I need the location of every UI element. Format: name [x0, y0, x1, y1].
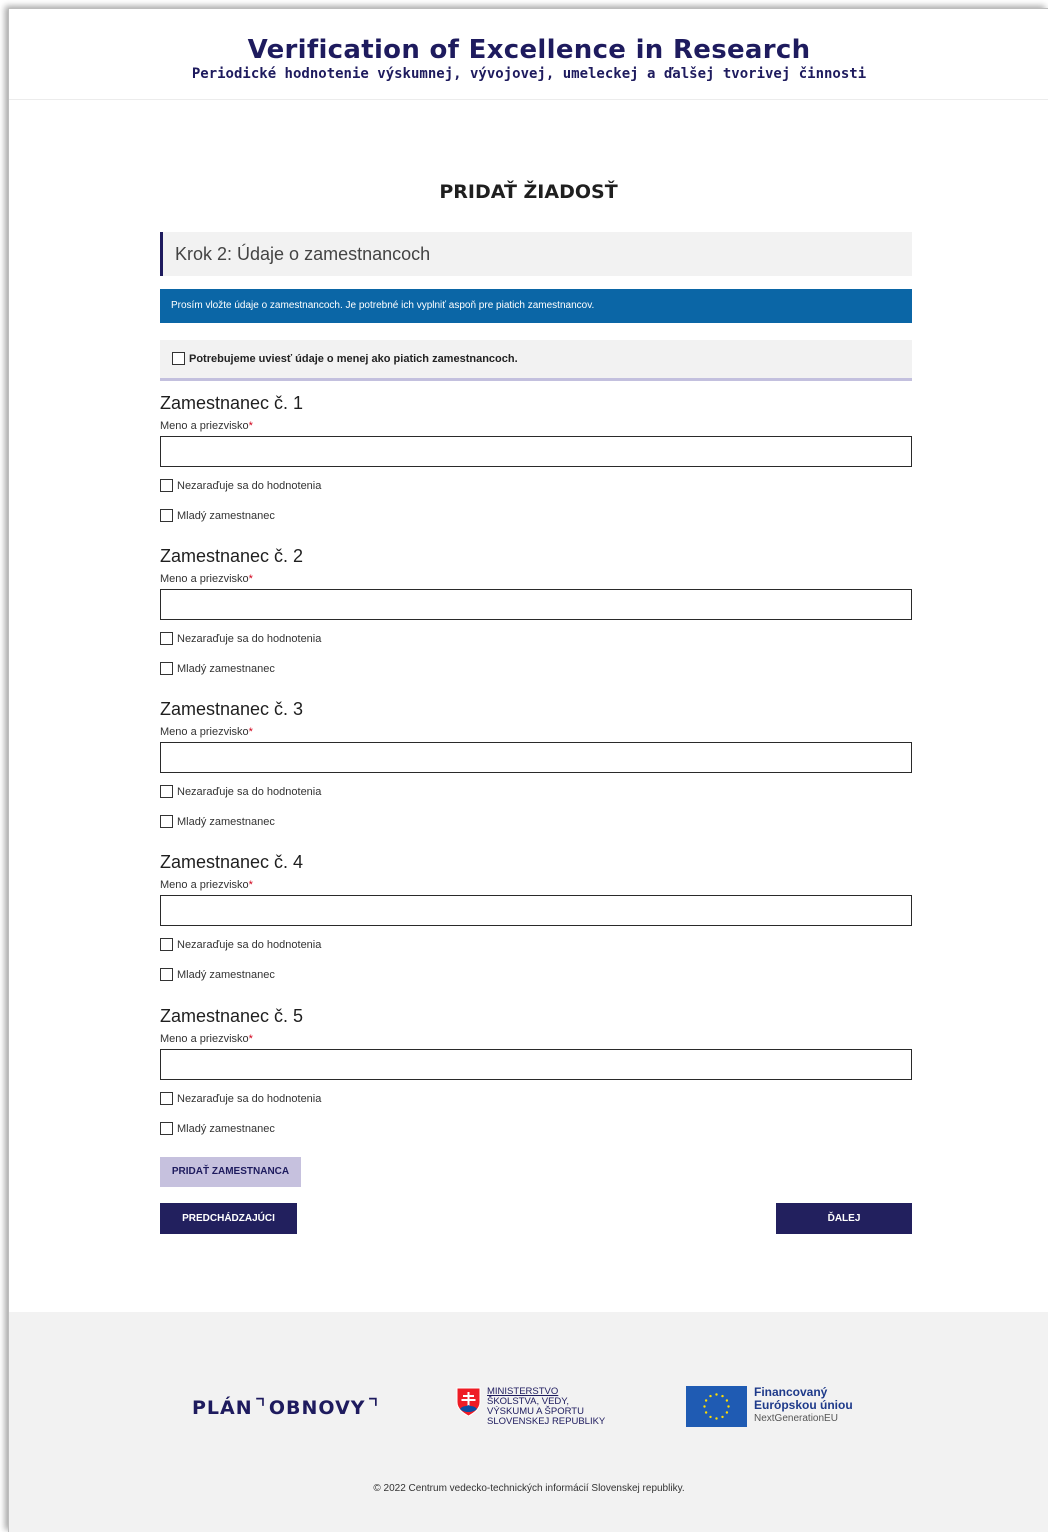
excluded-label: Nezaraďuje sa do hodnotenia — [177, 785, 322, 798]
young-label: Mladý zamestnanec — [177, 815, 275, 828]
young-checkbox-2[interactable]: Mladý zamestnanec — [160, 662, 275, 675]
excluded-label: Nezaraďuje sa do hodnotenia — [177, 1092, 322, 1105]
employee-section-5: Zamestnanec č. 5 Meno a priezvisko* Neza… — [160, 1006, 912, 1146]
excluded-checkbox-3[interactable]: Nezaraďuje sa do hodnotenia — [160, 785, 321, 798]
fewer-employees-label: Potrebujeme uviesť údaje o menej ako pia… — [189, 352, 518, 365]
young-label: Mladý zamestnanec — [177, 509, 275, 522]
young-label: Mladý zamestnanec — [177, 662, 275, 675]
next-button[interactable]: ĎALEJ — [776, 1203, 912, 1234]
copyright-text: © 2022 Centrum vedecko-technických infor… — [373, 1483, 685, 1494]
young-checkbox-3[interactable]: Mladý zamestnanec — [160, 815, 275, 828]
employee-section-4: Zamestnanec č. 4 Meno a priezvisko* Neza… — [160, 852, 912, 992]
young-label: Mladý zamestnanec — [177, 1122, 275, 1135]
plan-obnovy-logo: PLÁN ⌝ OBNOVY ⌝ — [192, 1394, 382, 1422]
young-checkbox-1[interactable]: Mladý zamestnanec — [160, 509, 275, 522]
checkbox-box[interactable] — [172, 352, 185, 365]
employee-title: Zamestnanec č. 2 — [160, 546, 304, 566]
employee-title: Zamestnanec č. 5 — [160, 1006, 304, 1026]
checkbox-box[interactable] — [160, 968, 173, 981]
fewer-employees-checkbox[interactable]: Potrebujeme uviesť údaje o menej ako pia… — [172, 352, 518, 365]
eu-star — [721, 1394, 724, 1398]
info-text: Prosím vložte údaje o zamestnancoch. Je … — [171, 300, 595, 311]
checkbox-box[interactable] — [160, 662, 173, 675]
name-input-3[interactable] — [160, 742, 912, 773]
checkbox-box[interactable] — [160, 509, 173, 522]
fewer-employees-box: Potrebujeme uviesť údaje o menej ako pia… — [160, 340, 912, 381]
site-title[interactable]: Verification of Excellence in Research — [9, 35, 1048, 65]
employee-section-2: Zamestnanec č. 2 Meno a priezvisko* Neza… — [160, 546, 912, 686]
eu-star — [704, 1411, 708, 1414]
plan-logo-word: PLÁN — [192, 1397, 253, 1419]
previous-button[interactable]: PREDCHÁDZAJÚCI — [160, 1203, 297, 1234]
eu-star — [703, 1405, 706, 1408]
browser-viewport: Verification of Excellence in Research P… — [8, 8, 1048, 1532]
name-field-label: Meno a priezvisko* — [160, 420, 253, 432]
add-employee-button[interactable]: PRIDAŤ ZAMESTNANCA — [160, 1157, 301, 1187]
site-footer: PLÁN ⌝ OBNOVY ⌝ MINISTERSTVO ŠKOLSTVA, V… — [9, 1312, 1048, 1532]
site-header: Verification of Excellence in Research P… — [9, 9, 1048, 100]
eu-star — [725, 1399, 729, 1402]
eu-star — [709, 1415, 712, 1419]
name-field-label: Meno a priezvisko* — [160, 726, 253, 738]
name-input-2[interactable] — [160, 589, 912, 620]
info-banner: Prosím vložte údaje o zamestnancoch. Je … — [160, 289, 912, 323]
eu-flag-icon — [686, 1386, 747, 1427]
name-input-5[interactable] — [160, 1049, 912, 1080]
required-mark: * — [248, 726, 253, 738]
ministry-logo: MINISTERSTVO ŠKOLSTVA, VEDY, VÝSKUMU A Š… — [456, 1387, 605, 1427]
checkbox-box[interactable] — [160, 479, 173, 492]
ministry-text: MINISTERSTVO ŠKOLSTVA, VEDY, VÝSKUMU A Š… — [487, 1386, 606, 1427]
eu-star — [721, 1415, 724, 1419]
required-mark: * — [248, 573, 253, 585]
checkbox-box[interactable] — [160, 1092, 173, 1105]
obnovy-logo-word: OBNOVY — [268, 1397, 366, 1419]
eu-star — [725, 1411, 729, 1414]
employee-section-3: Zamestnanec č. 3 Meno a priezvisko* Neza… — [160, 699, 912, 839]
eu-text: Financovaný Európskou úniou NextGenerati… — [754, 1385, 853, 1425]
employee-title: Zamestnanec č. 1 — [160, 393, 304, 413]
excluded-label: Nezaraďuje sa do hodnotenia — [177, 632, 322, 645]
excluded-label: Nezaraďuje sa do hodnotenia — [177, 479, 322, 492]
checkbox-box[interactable] — [160, 785, 173, 798]
eu-star — [727, 1405, 730, 1408]
checkbox-box[interactable] — [160, 938, 173, 951]
employee-title: Zamestnanec č. 3 — [160, 699, 304, 719]
bracket-right-icon: ⌝ — [367, 1394, 380, 1422]
employee-title: Zamestnanec č. 4 — [160, 852, 304, 872]
checkbox-box[interactable] — [160, 815, 173, 828]
step-label: Krok 2: Údaje o zamestnancoch — [175, 244, 431, 264]
young-label: Mladý zamestnanec — [177, 968, 275, 981]
eu-star — [715, 1393, 718, 1396]
name-input-1[interactable] — [160, 436, 912, 467]
excluded-label: Nezaraďuje sa do hodnotenia — [177, 938, 322, 951]
excluded-checkbox-5[interactable]: Nezaraďuje sa do hodnotenia — [160, 1092, 321, 1105]
eu-star — [704, 1399, 708, 1402]
eu-star — [709, 1394, 712, 1398]
checkbox-box[interactable] — [160, 1122, 173, 1135]
slovak-coat-of-arms-icon — [456, 1387, 481, 1417]
name-field-label: Meno a priezvisko* — [160, 573, 253, 585]
eu-funding-logo: Financovaný Európskou úniou NextGenerati… — [686, 1386, 853, 1427]
employee-section-1: Zamestnanec č. 1 Meno a priezvisko* Neza… — [160, 393, 912, 533]
young-checkbox-5[interactable]: Mladý zamestnanec — [160, 1122, 275, 1135]
required-mark: * — [248, 420, 253, 432]
eu-star — [715, 1417, 718, 1420]
step-indicator: Krok 2: Údaje o zamestnancoch — [160, 232, 912, 276]
required-mark: * — [248, 1033, 253, 1045]
checkbox-box[interactable] — [160, 632, 173, 645]
name-field-label: Meno a priezvisko* — [160, 879, 253, 891]
site-subtitle: Periodické hodnotenie výskumnej, vývojov… — [191, 66, 867, 82]
name-input-4[interactable] — [160, 895, 912, 926]
page-title: PRIDAŤ ŽIADOSŤ — [439, 181, 618, 203]
name-field-label: Meno a priezvisko* — [160, 1033, 253, 1045]
young-checkbox-4[interactable]: Mladý zamestnanec — [160, 968, 275, 981]
required-mark: * — [248, 879, 253, 891]
excluded-checkbox-4[interactable]: Nezaraďuje sa do hodnotenia — [160, 938, 321, 951]
excluded-checkbox-2[interactable]: Nezaraďuje sa do hodnotenia — [160, 632, 321, 645]
excluded-checkbox-1[interactable]: Nezaraďuje sa do hodnotenia — [160, 479, 321, 492]
bracket-left-icon: ⌝ — [254, 1394, 267, 1422]
